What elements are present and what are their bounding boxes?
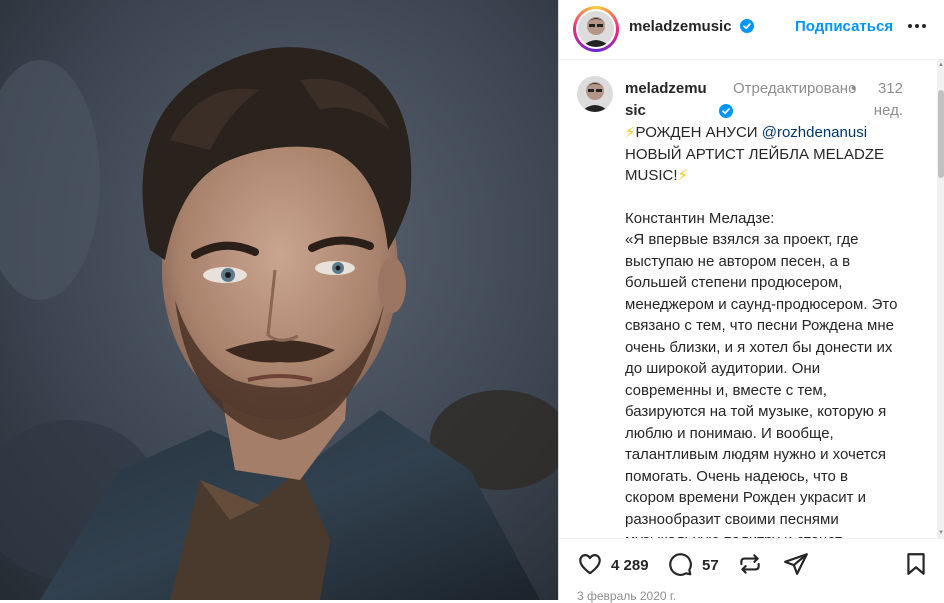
share-icon[interactable]	[783, 551, 809, 577]
portrait-image	[0, 0, 558, 600]
header-username[interactable]: meladzemusic	[629, 18, 732, 35]
comment-icon[interactable]	[667, 551, 693, 577]
edited-label: Отредактировано	[733, 80, 857, 97]
header-username-row[interactable]: meladzemusic	[629, 18, 754, 35]
caption-line-subtitle: НОВЫЙ АРТИСТ ЛЕЙБЛА MELADZE MUSIC!⚡	[625, 145, 885, 185]
likes-count[interactable]: 4 289	[611, 557, 649, 574]
caption-text: ⚡РОЖДЕН АНУСИ @rozhdenanusi НОВЫЙ АРТИСТ…	[625, 122, 901, 538]
comments-count[interactable]: 57	[702, 557, 719, 574]
follow-button[interactable]: Подписаться	[795, 18, 893, 35]
post-photo[interactable]	[0, 0, 558, 600]
bookmark-icon[interactable]	[903, 551, 929, 577]
caption-quote: «Я впервые взялся за проект, где выступа…	[625, 231, 898, 538]
heart-icon[interactable]	[577, 551, 603, 577]
caption-header: meladzemusic Отредактировано • 312 нед.	[625, 78, 903, 122]
post-header: meladzemusic Подписаться	[559, 0, 944, 60]
lightning-emoji: ⚡	[625, 124, 636, 141]
lightning-emoji: ⚡	[677, 167, 689, 184]
caption-author: Константин Меладзе:	[625, 209, 775, 227]
mention-link[interactable]: @rozhdenanusi	[762, 124, 867, 141]
caption-area[interactable]: meladzemusic Отредактировано • 312 нед. …	[559, 60, 944, 538]
verified-badge-icon	[719, 104, 733, 118]
scroll-up-arrow[interactable]: ▲	[938, 62, 944, 68]
scroll-thumb[interactable]	[938, 90, 944, 178]
caption-line-title: ⚡РОЖДЕН АНУСИ @rozhdenanusi	[625, 124, 868, 141]
post-panel: meladzemusic Подписаться meladzemusic От…	[558, 0, 944, 603]
verified-badge-icon	[739, 19, 754, 33]
caption-scrollbar[interactable]: ▲ ▼	[937, 60, 944, 538]
post-date[interactable]: 3 февраль 2020 г.	[577, 589, 676, 603]
repost-icon[interactable]	[737, 551, 763, 577]
caption-username[interactable]: meladzemusic	[625, 78, 715, 122]
story-ring[interactable]	[573, 6, 619, 52]
scroll-down-arrow[interactable]: ▼	[938, 530, 944, 536]
avatar[interactable]	[578, 11, 614, 47]
post-time[interactable]: 312 нед.	[863, 78, 903, 122]
separator-dot: •	[851, 80, 857, 97]
caption-body: meladzemusic Отредактировано • 312 нед. …	[625, 78, 903, 538]
more-icon[interactable]	[905, 14, 929, 38]
caption-avatar[interactable]	[577, 76, 613, 112]
action-bar: 4 289 57 3 февраль 2020 г.	[559, 538, 944, 603]
